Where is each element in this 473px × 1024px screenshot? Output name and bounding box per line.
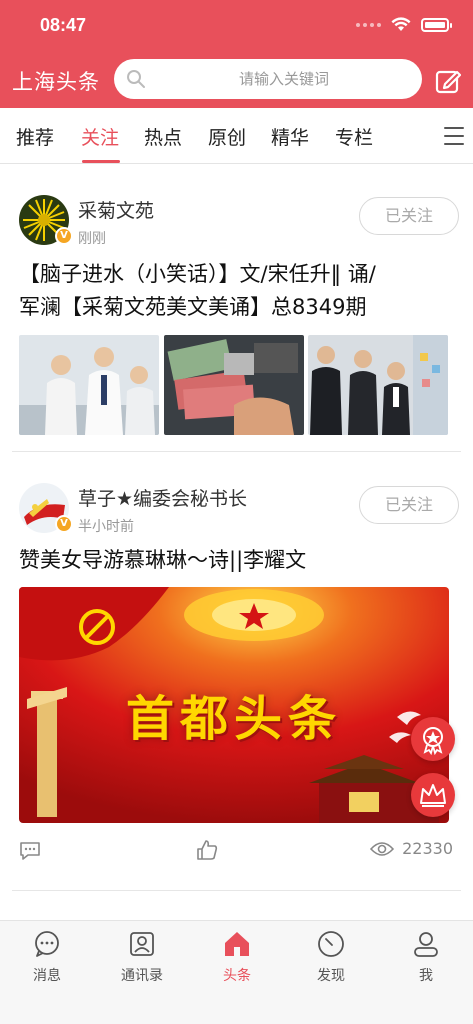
post-divider xyxy=(12,451,461,452)
post-time: 半小时前 xyxy=(78,519,134,535)
tab-original[interactable]: 原创 xyxy=(208,123,246,150)
tab-recommend[interactable]: 推荐 xyxy=(16,123,54,150)
post-thumbnail[interactable] xyxy=(308,335,448,435)
bottom-nav: 消息 通讯录 头条 发现 我 xyxy=(0,920,473,1024)
post-thumbnail[interactable] xyxy=(164,335,304,435)
compass-icon xyxy=(318,931,344,957)
view-count-value: 22330 xyxy=(402,839,453,858)
nav-label: 我 xyxy=(419,968,433,984)
tab-featured[interactable]: 精华 xyxy=(271,123,309,150)
app-header: 08:47 上海头条 xyxy=(0,0,473,108)
comment-icon[interactable] xyxy=(19,841,41,861)
search-box[interactable] xyxy=(114,59,422,99)
nav-label: 通讯录 xyxy=(121,968,163,984)
search-input[interactable] xyxy=(154,59,414,99)
tab-following[interactable]: 关注 xyxy=(81,123,119,150)
post-title-line-2[interactable]: 军澜【采菊文苑美文美诵】总8349期 xyxy=(19,289,366,325)
post-time: 刚刚 xyxy=(78,231,106,247)
nav-item-me[interactable]: 我 xyxy=(386,929,466,985)
chat-icon xyxy=(35,931,59,957)
signal-icon xyxy=(356,22,381,27)
wifi-icon xyxy=(391,17,411,31)
nav-item-contacts[interactable]: 通讯录 xyxy=(102,929,182,985)
banner-text: 首都头条 xyxy=(125,691,342,747)
crown-icon xyxy=(420,784,446,807)
post-title[interactable]: 赞美女导游慕琳琳～诗||李耀文 xyxy=(19,542,306,578)
post-banner-image[interactable]: 首都头条 xyxy=(19,587,449,823)
nav-item-messages[interactable]: 消息 xyxy=(7,929,87,985)
follow-button[interactable]: 已关注 xyxy=(359,486,459,524)
contacts-icon xyxy=(130,932,154,956)
author-name[interactable]: 草子★编委会秘书长 xyxy=(78,484,247,511)
view-count: 22330 xyxy=(370,839,453,858)
active-tab-indicator xyxy=(82,160,120,163)
edit-icon[interactable] xyxy=(435,68,461,94)
status-icons xyxy=(356,17,452,32)
user-icon xyxy=(414,932,438,957)
search-icon xyxy=(127,70,145,88)
follow-button[interactable]: 已关注 xyxy=(359,197,459,235)
menu-icon[interactable] xyxy=(444,127,464,145)
medal-icon xyxy=(423,727,443,756)
eye-icon xyxy=(370,841,395,856)
crown-float-button[interactable] xyxy=(411,773,455,817)
verified-badge-icon: V xyxy=(55,227,73,245)
tab-hot[interactable]: 热点 xyxy=(144,123,182,150)
home-icon xyxy=(225,932,249,956)
post-divider xyxy=(12,890,461,891)
post-actions: 22330 xyxy=(0,837,473,867)
nav-label: 消息 xyxy=(33,968,61,984)
medal-float-button[interactable] xyxy=(411,717,455,761)
category-tabs: 推荐 关注 热点 原创 精华 专栏 xyxy=(0,108,473,164)
app-title: 上海头条 xyxy=(12,70,100,94)
post-title-line-1[interactable]: 【脑子进水（小笑话）】文/宋任升‖ 诵/ xyxy=(19,256,376,292)
nav-item-headlines[interactable]: 头条 xyxy=(197,929,277,985)
post-thumbnail[interactable] xyxy=(19,335,159,435)
battery-icon xyxy=(421,17,452,32)
nav-item-discover[interactable]: 发现 xyxy=(291,929,371,985)
nav-label: 发现 xyxy=(317,968,345,984)
nav-label: 头条 xyxy=(223,968,251,984)
status-time: 08:47 xyxy=(40,15,87,35)
tab-column[interactable]: 专栏 xyxy=(335,123,373,150)
verified-badge-icon: V xyxy=(55,515,73,533)
like-icon[interactable] xyxy=(196,839,218,861)
author-name[interactable]: 采菊文苑 xyxy=(78,196,154,223)
